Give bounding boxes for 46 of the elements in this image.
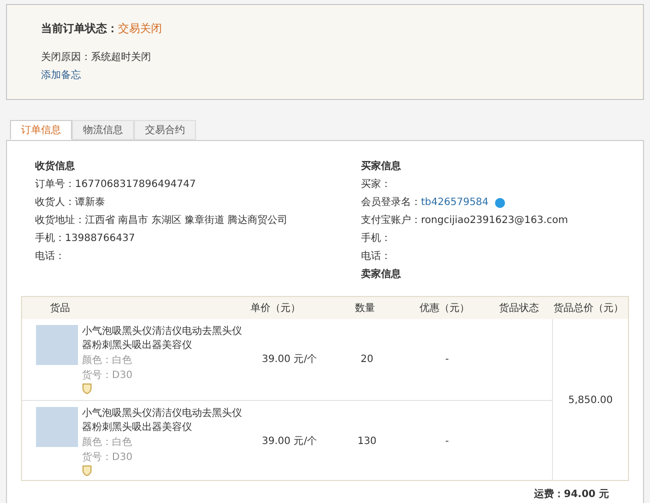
column-header: 货品状态 [498, 302, 540, 316]
total-price: 5,850.00 [568, 394, 613, 408]
info-label: 买家： [361, 178, 391, 192]
column-header: 货品 [49, 302, 71, 316]
add-note-link[interactable]: 添加备忘 [41, 68, 81, 82]
freight: 运费：94.00 元 [534, 488, 609, 502]
photo-placeholder [36, 325, 78, 365]
close-reason: 关闭原因：系统超时关闭 [41, 50, 152, 64]
column-header: 数量 [354, 302, 376, 316]
unit-price: 39.00 元/个 [260, 353, 318, 367]
info-label: 手机： [361, 232, 391, 246]
shield-icon [82, 464, 92, 476]
section-title: 卖家信息 [361, 267, 402, 282]
discount: - [444, 434, 450, 448]
column-header: 优惠（元） [418, 302, 470, 316]
product-color: 颜色：白色 [82, 436, 133, 450]
info-line: 收货人：谭新泰 [35, 196, 106, 210]
product-title[interactable]: 小气泡吸黑头仪清洁仪电动去黑头仪器粉刺黑头吸出器美容仪 [82, 406, 247, 434]
product-sku: 货号：D30 [82, 369, 134, 383]
unit-price: 39.00 元/个 [260, 434, 318, 448]
quantity: 20 [360, 353, 374, 367]
info-line: 订单号：1677068317896494747 [35, 178, 197, 192]
column-header: 单价（元） [249, 302, 302, 316]
product-color: 颜色：白色 [82, 354, 133, 368]
status-value: 交易关闭 [118, 21, 162, 37]
section-title: 收货信息 [35, 160, 76, 174]
info-label: 电话： [361, 250, 391, 264]
member-link[interactable]: tb426579584 [421, 195, 489, 210]
tab[interactable]: 交易合约 [134, 120, 196, 140]
info-label: 会员登录名： [361, 196, 421, 210]
status-label: 当前订单状态： [41, 21, 118, 37]
tab[interactable]: 物流信息 [72, 120, 134, 140]
info-line: 收货地址：江西省 南昌市 东湖区 豫章街道 腾达商贸公司 [35, 214, 289, 228]
info-value: rongcijiao2391623@163.com [421, 214, 568, 228]
quantity: 130 [356, 434, 378, 448]
info-line: 手机：13988766437 [35, 232, 136, 246]
product-title[interactable]: 小气泡吸黑头仪清洁仪电动去黑头仪器粉刺黑头吸出器美容仪 [82, 325, 247, 353]
photo-placeholder [36, 406, 78, 446]
info-line: 电话： [35, 250, 66, 264]
info-label: 支付宝账户： [361, 214, 421, 228]
product-sku: 货号：D30 [82, 450, 134, 464]
section-title: 买家信息 [361, 159, 402, 174]
discount: - [444, 353, 450, 367]
column-header: 货品总价（元） [552, 302, 624, 316]
tab[interactable]: 订单信息 [10, 120, 72, 140]
shield-icon [82, 383, 92, 394]
